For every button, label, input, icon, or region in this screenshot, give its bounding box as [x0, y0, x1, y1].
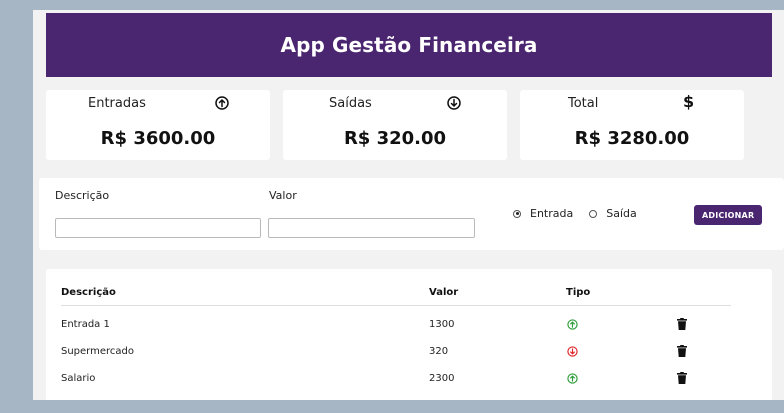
descricao-label: Descrição [55, 189, 110, 202]
radio-option-entrada[interactable]: Entrada [513, 207, 573, 220]
descricao-input[interactable] [55, 218, 261, 238]
table-row: Entrada 1 1300 [61, 318, 731, 339]
tipo-radio-group: Entrada Saída [513, 207, 653, 220]
header-descricao: Descrição [61, 287, 116, 298]
header-valor: Valor [429, 287, 459, 298]
trash-icon[interactable] [677, 318, 687, 330]
saidas-label: Saídas [329, 96, 372, 111]
trash-icon[interactable] [677, 345, 687, 357]
transaction-form: Descrição Valor Entrada Saída ADICIONAR [39, 178, 784, 250]
total-card: Total $ R$ 3280.00 [520, 90, 744, 160]
total-label: Total [568, 96, 599, 111]
add-button[interactable]: ADICIONAR [694, 205, 763, 225]
arrow-up-circle-icon [567, 319, 578, 330]
app-title: App Gestão Financeira [280, 33, 538, 57]
saidas-amount: R$ 320.00 [343, 128, 447, 149]
valor-input[interactable] [268, 218, 475, 238]
radio-option-saida[interactable]: Saída [589, 207, 637, 220]
arrow-up-circle-icon [215, 96, 229, 110]
row-valor: 320 [429, 346, 449, 357]
radio-saida[interactable] [589, 209, 598, 218]
table-row: Salario 2300 [61, 372, 731, 393]
arrow-up-circle-icon [567, 373, 578, 384]
transactions-table: Descrição Valor Tipo Entrada 1 1300 Supe… [46, 269, 772, 400]
total-amount: R$ 3280.00 [574, 128, 690, 149]
entradas-amount: R$ 3600.00 [100, 128, 216, 149]
valor-label: Valor [269, 189, 297, 202]
dollar-icon: $ [683, 92, 695, 111]
saidas-card: Saídas R$ 320.00 [283, 90, 507, 160]
row-valor: 1300 [429, 319, 455, 330]
table-row: Supermercado 320 [61, 345, 731, 366]
arrow-down-circle-icon [567, 346, 578, 357]
radio-entrada[interactable] [513, 209, 521, 218]
trash-icon[interactable] [677, 372, 687, 384]
row-descricao: Supermercado [61, 346, 134, 357]
row-descricao: Salario [61, 373, 96, 384]
radio-saida-label: Saída [606, 207, 637, 220]
row-valor: 2300 [429, 373, 455, 384]
radio-entrada-label: Entrada [530, 207, 574, 220]
entradas-card: Entradas R$ 3600.00 [46, 90, 270, 160]
entradas-label: Entradas [88, 96, 146, 111]
app-header: App Gestão Financeira [46, 13, 772, 77]
row-descricao: Entrada 1 [61, 319, 110, 330]
table-header: Descrição Valor Tipo [61, 287, 731, 306]
arrow-down-circle-icon [447, 96, 461, 110]
app-frame: App Gestão Financeira Entradas R$ 3600.0… [33, 10, 784, 400]
header-tipo: Tipo [566, 287, 591, 298]
